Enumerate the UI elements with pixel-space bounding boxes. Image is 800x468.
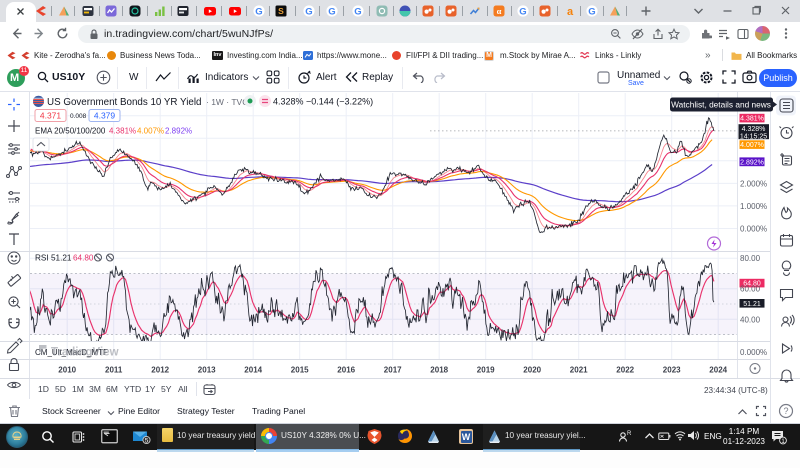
svg-text:RSI: RSI <box>35 254 49 263</box>
svg-text:2016: 2016 <box>337 366 355 375</box>
svg-text:US Government Bonds 10 YR Yiel: US Government Bonds 10 YR Yield <box>47 97 201 108</box>
svg-text:2010: 2010 <box>58 366 76 375</box>
svg-text:14:15:25: 14:15:25 <box>740 133 767 140</box>
svg-text:2024: 2024 <box>709 366 727 375</box>
svg-text:4.379: 4.379 <box>94 111 116 121</box>
svg-text:2011: 2011 <box>105 366 123 375</box>
svg-text:2.892%: 2.892% <box>165 127 192 136</box>
svg-text:Watchlist, details and news: Watchlist, details and news <box>671 99 771 109</box>
svg-text:4.007%: 4.007% <box>137 127 164 136</box>
svg-text:2023: 2023 <box>663 366 681 375</box>
svg-text:80.00: 80.00 <box>740 254 761 263</box>
svg-text:4.328%: 4.328% <box>742 126 766 133</box>
svg-text:2013: 2013 <box>198 366 216 375</box>
svg-text:51.21: 51.21 <box>743 301 761 308</box>
svg-text:EMA 20/50/100/200: EMA 20/50/100/200 <box>35 127 106 136</box>
svg-text:2020: 2020 <box>523 366 541 375</box>
svg-text:2012: 2012 <box>151 366 169 375</box>
svg-text:5: 5 <box>145 438 149 445</box>
svg-text:2022: 2022 <box>616 366 634 375</box>
svg-text:4.371: 4.371 <box>40 111 62 121</box>
svg-text:2.892%: 2.892% <box>740 159 764 166</box>
svg-text:64.80: 64.80 <box>73 254 94 263</box>
svg-text:60.00: 60.00 <box>740 285 761 294</box>
svg-text:2021: 2021 <box>570 366 588 375</box>
svg-text:?: ? <box>783 406 788 416</box>
svg-text:0.000%: 0.000% <box>740 225 767 234</box>
svg-text:0.000%: 0.000% <box>740 348 767 357</box>
svg-text:2017: 2017 <box>384 366 402 375</box>
svg-text:4.381%: 4.381% <box>109 127 136 136</box>
svg-text:4.328% −0.144 (−3.22%): 4.328% −0.144 (−3.22%) <box>273 97 373 107</box>
svg-text:2018: 2018 <box>430 366 448 375</box>
svg-text:4.007%: 4.007% <box>740 142 764 149</box>
svg-text:40.00: 40.00 <box>740 315 761 324</box>
svg-text:2019: 2019 <box>477 366 495 375</box>
svg-text:4.381%: 4.381% <box>740 116 764 123</box>
svg-text:R: R <box>627 431 632 437</box>
svg-text:· 1W · TVC: · 1W · TVC <box>206 97 248 107</box>
svg-text:0.008: 0.008 <box>70 113 87 120</box>
svg-text:1.000%: 1.000% <box>740 202 767 211</box>
svg-text:51.21: 51.21 <box>51 254 72 263</box>
svg-text:TradingView: TradingView <box>51 347 119 359</box>
svg-text:2.000%: 2.000% <box>740 179 767 188</box>
svg-text:2015: 2015 <box>291 366 309 375</box>
svg-text:2014: 2014 <box>244 366 262 375</box>
